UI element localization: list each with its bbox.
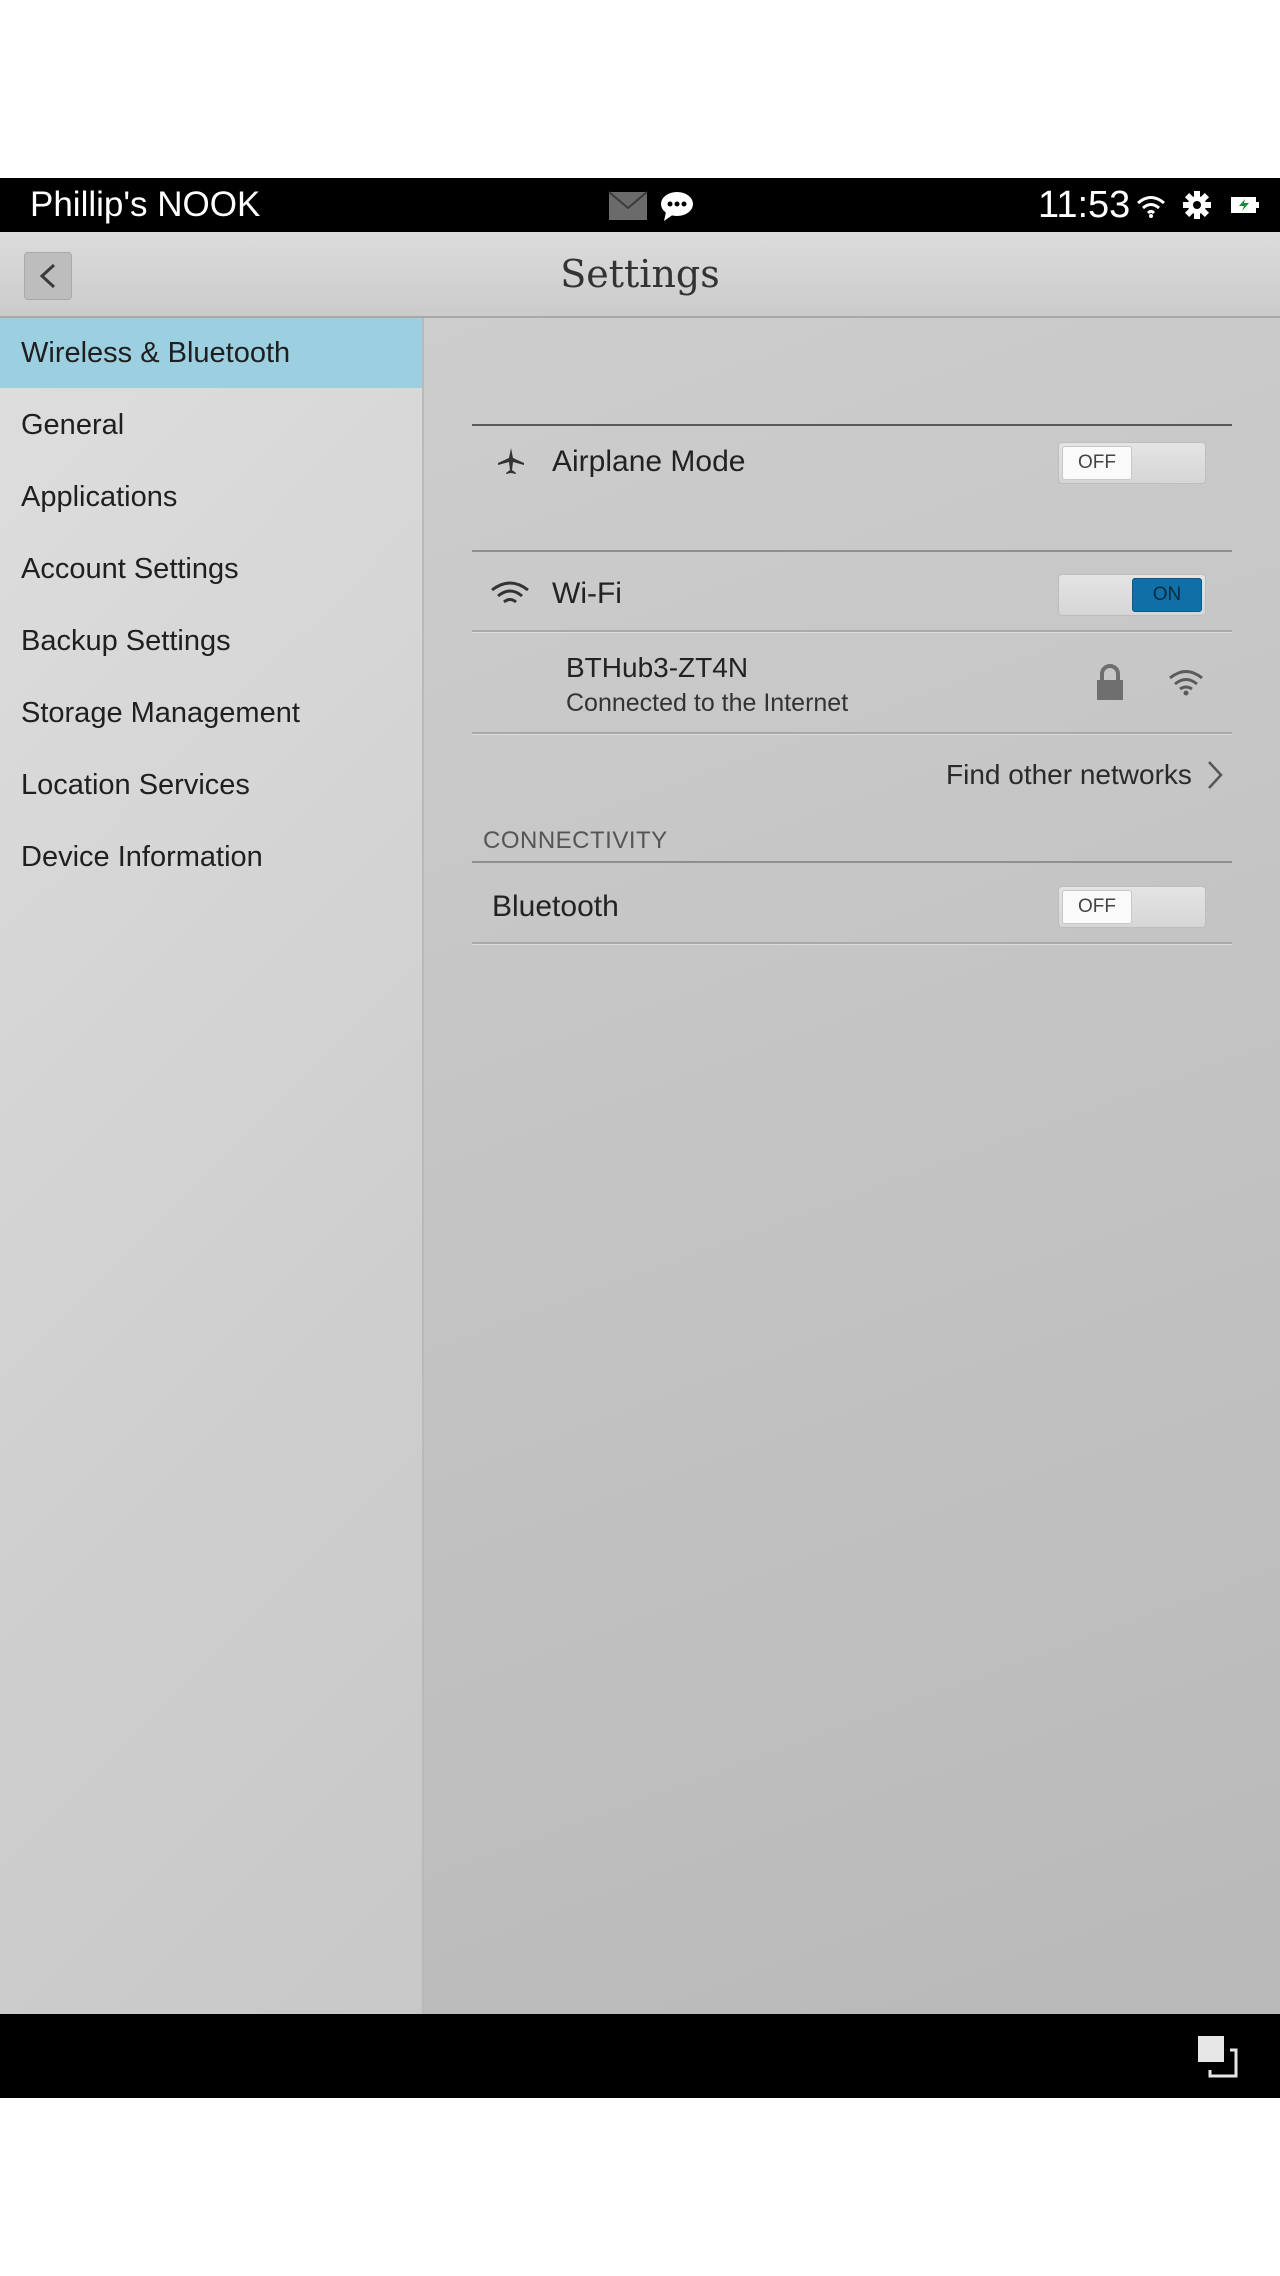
recent-apps-icon[interactable] xyxy=(1196,2034,1242,2085)
clock: 11:53 xyxy=(1038,184,1131,226)
gear-icon[interactable] xyxy=(1182,190,1212,225)
wifi-toggle[interactable]: ON xyxy=(1058,574,1206,616)
sidebar-item-account-settings[interactable]: Account Settings xyxy=(0,534,422,604)
divider xyxy=(472,861,1232,863)
airplane-mode-toggle[interactable]: OFF xyxy=(1058,442,1206,484)
divider xyxy=(472,550,1232,552)
toggle-state: ON xyxy=(1132,578,1202,612)
bluetooth-toggle[interactable]: OFF xyxy=(1058,886,1206,928)
bluetooth-label: Bluetooth xyxy=(492,890,619,923)
sidebar-item-storage-management[interactable]: Storage Management xyxy=(0,678,422,748)
find-other-networks-link[interactable]: Find other networks xyxy=(946,755,1192,795)
connectivity-section-header: CONNECTIVITY xyxy=(483,827,668,854)
battery-charging-icon xyxy=(1230,195,1260,220)
wifi-icon xyxy=(490,580,530,613)
sidebar-item-backup-settings[interactable]: Backup Settings xyxy=(0,606,422,676)
divider xyxy=(472,424,1232,426)
chevron-right-icon[interactable] xyxy=(1206,760,1224,795)
page-title: Settings xyxy=(560,252,720,296)
sidebar-item-device-information[interactable]: Device Information xyxy=(0,822,422,892)
toggle-state: OFF xyxy=(1062,890,1132,924)
network-name: BTHub3-ZT4N xyxy=(566,652,749,683)
status-bar: Phillip's NOOK 11:53 xyxy=(0,178,1280,232)
network-status: Connected to the Internet xyxy=(566,689,849,717)
sidebar: Wireless & Bluetooth General Application… xyxy=(0,318,424,2014)
sidebar-item-general[interactable]: General xyxy=(0,390,422,460)
settings-panel xyxy=(424,318,1280,2014)
device-name: Phillip's NOOK xyxy=(30,185,261,224)
bottom-nav-bar xyxy=(0,2014,1280,2098)
chat-icon[interactable] xyxy=(660,190,694,227)
sidebar-item-location-services[interactable]: Location Services xyxy=(0,750,422,820)
sidebar-item-wireless-bluetooth[interactable]: Wireless & Bluetooth xyxy=(0,318,422,388)
toggle-state: OFF xyxy=(1062,446,1132,480)
title-bar: Settings xyxy=(0,232,1280,318)
airplane-mode-label: Airplane Mode xyxy=(552,445,746,478)
wifi-signal-icon xyxy=(1168,668,1204,701)
airplane-icon xyxy=(496,446,526,481)
wifi-label: Wi-Fi xyxy=(552,577,622,610)
lock-icon xyxy=(1094,664,1126,707)
mail-icon[interactable] xyxy=(608,190,648,227)
wifi-icon xyxy=(1136,194,1166,223)
divider xyxy=(472,732,1232,735)
divider xyxy=(472,942,1232,945)
sidebar-item-applications[interactable]: Applications xyxy=(0,462,422,532)
